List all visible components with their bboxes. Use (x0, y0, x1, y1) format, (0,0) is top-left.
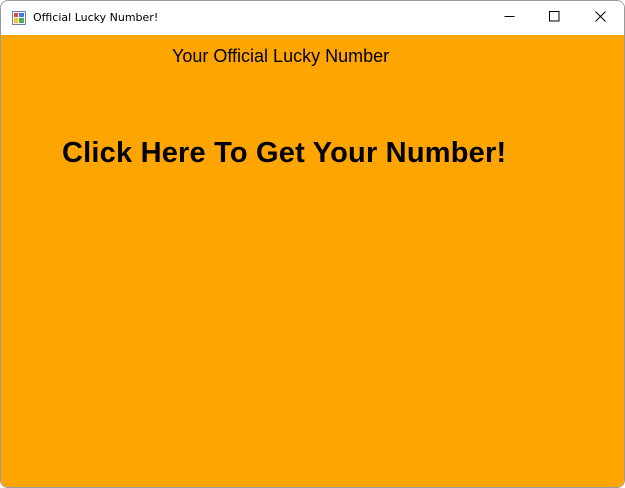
close-button[interactable] (577, 1, 623, 35)
maximize-button[interactable] (531, 1, 577, 35)
minimize-icon (504, 9, 515, 27)
form-client-area: Your Official Lucky Number Click Here To… (1, 35, 624, 487)
get-number-label[interactable]: Click Here To Get Your Number! (62, 137, 506, 170)
app-window: Official Lucky Number! Your Official Luc… (0, 0, 625, 488)
window-title: Official Lucky Number! (33, 11, 159, 24)
title-bar[interactable]: Official Lucky Number! (1, 1, 624, 35)
maximize-icon (548, 9, 560, 27)
close-icon (594, 9, 606, 27)
minimize-button[interactable] (486, 1, 532, 35)
form-app-icon (12, 11, 26, 25)
subtitle-label: Your Official Lucky Number (172, 46, 390, 66)
